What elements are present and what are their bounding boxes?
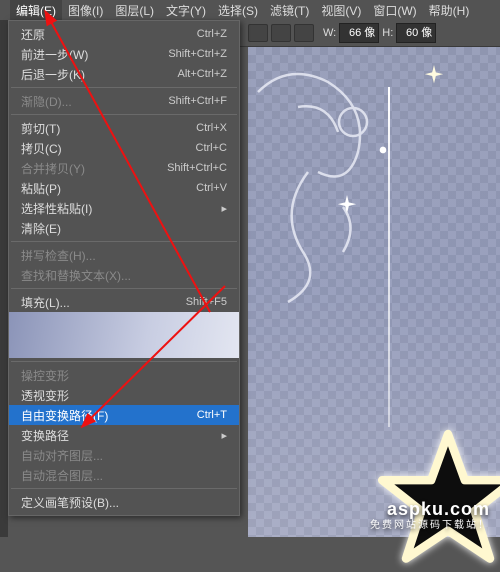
- menu-item-step-backward[interactable]: 后退一步(K)Alt+Ctrl+Z: [9, 64, 239, 84]
- menu-layer[interactable]: 图层(L): [109, 0, 160, 20]
- transform-icon[interactable]: [271, 24, 291, 42]
- zodiac-line-art: [248, 52, 398, 312]
- menu-text[interactable]: 文字(Y): [160, 0, 212, 20]
- menu-image[interactable]: 图像(I): [62, 0, 109, 20]
- menu-item-find-replace: 查找和替换文本(X)...: [9, 265, 239, 285]
- small-star-icon: [423, 65, 445, 87]
- edit-dropdown: 还原Ctrl+Z 前进一步(W)Shift+Ctrl+Z 后退一步(K)Alt+…: [8, 20, 240, 516]
- menu-item-obscured: [9, 312, 239, 358]
- menu-item-cut[interactable]: 剪切(T)Ctrl+X: [9, 118, 239, 138]
- menu-item-transform-path[interactable]: 变换路径▸: [9, 425, 239, 445]
- menu-item-clear[interactable]: 清除(E): [9, 218, 239, 238]
- width-input[interactable]: 66 像: [339, 23, 379, 43]
- menu-item-undo[interactable]: 还原Ctrl+Z: [9, 24, 239, 44]
- menu-item-auto-align: 自动对齐图层...: [9, 445, 239, 465]
- align-icon[interactable]: [248, 24, 268, 42]
- menu-window[interactable]: 窗口(W): [367, 0, 422, 20]
- menu-item-copy[interactable]: 拷贝(C)Ctrl+C: [9, 138, 239, 158]
- menu-view[interactable]: 视图(V): [315, 0, 367, 20]
- sparkle-icon: [378, 142, 388, 152]
- menu-item-fill[interactable]: 填充(L)...Shift+F5: [9, 292, 239, 312]
- menu-item-auto-blend: 自动混合图层...: [9, 465, 239, 485]
- warp-icon[interactable]: [294, 24, 314, 42]
- watermark: aspku.com 免费网站源码下载站！: [370, 500, 490, 531]
- menu-item-perspective-warp[interactable]: 透视变形: [9, 385, 239, 405]
- watermark-sub: 免费网站源码下载站！: [370, 520, 490, 531]
- width-label: W:: [323, 27, 336, 39]
- small-star-icon: [336, 195, 358, 217]
- menu-item-define-brush[interactable]: 定义画笔预设(B)...: [9, 492, 239, 512]
- menu-item-free-transform-path[interactable]: 自由变换路径(F)Ctrl+T: [9, 405, 239, 425]
- submenu-arrow-icon: ▸: [221, 202, 227, 215]
- watermark-main: aspku.com: [370, 500, 490, 520]
- menu-item-fade: 渐隐(D)...Shift+Ctrl+F: [9, 91, 239, 111]
- hanging-star-shape[interactable]: [378, 427, 500, 567]
- menubar: 编辑(E) 图像(I) 图层(L) 文字(Y) 选择(S) 滤镜(T) 视图(V…: [0, 0, 500, 20]
- artwork-layer: [248, 47, 500, 537]
- menu-item-spellcheck: 拼写检查(H)...: [9, 245, 239, 265]
- menu-item-copy-merged: 合并拷贝(Y)Shift+Ctrl+C: [9, 158, 239, 178]
- hanging-string: [388, 87, 390, 427]
- height-input[interactable]: 60 像: [396, 23, 436, 43]
- menu-filter[interactable]: 滤镜(T): [264, 0, 315, 20]
- document-canvas[interactable]: [248, 47, 500, 537]
- menu-item-paste[interactable]: 粘贴(P)Ctrl+V: [9, 178, 239, 198]
- menu-edit[interactable]: 编辑(E): [10, 0, 62, 20]
- menu-select[interactable]: 选择(S): [212, 0, 264, 20]
- left-edge-bar: [0, 20, 8, 537]
- menu-item-puppet-warp: 操控变形: [9, 365, 239, 385]
- menu-item-paste-special[interactable]: 选择性粘贴(I)▸: [9, 198, 239, 218]
- menu-help[interactable]: 帮助(H): [423, 0, 476, 20]
- submenu-arrow-icon: ▸: [221, 429, 227, 442]
- menu-item-step-forward[interactable]: 前进一步(W)Shift+Ctrl+Z: [9, 44, 239, 64]
- height-label: H:: [382, 27, 393, 39]
